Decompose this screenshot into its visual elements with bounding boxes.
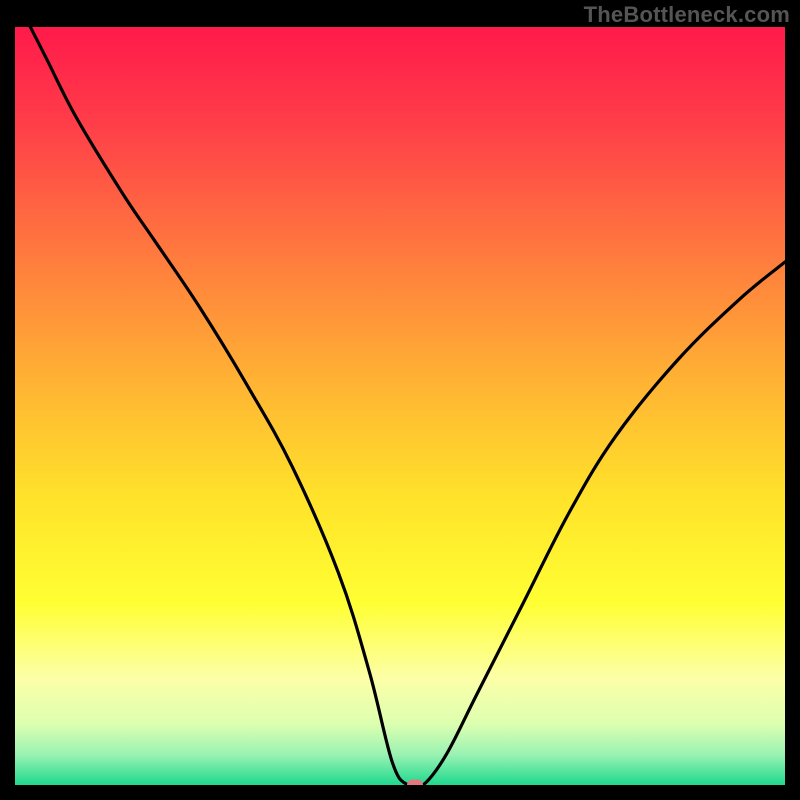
curve-svg xyxy=(15,27,785,785)
chart-stage: TheBottleneck.com xyxy=(0,0,800,800)
watermark-label: TheBottleneck.com xyxy=(584,2,790,28)
plot-area xyxy=(15,27,785,785)
optimal-point-marker xyxy=(407,780,423,786)
bottleneck-curve-path xyxy=(15,27,785,785)
